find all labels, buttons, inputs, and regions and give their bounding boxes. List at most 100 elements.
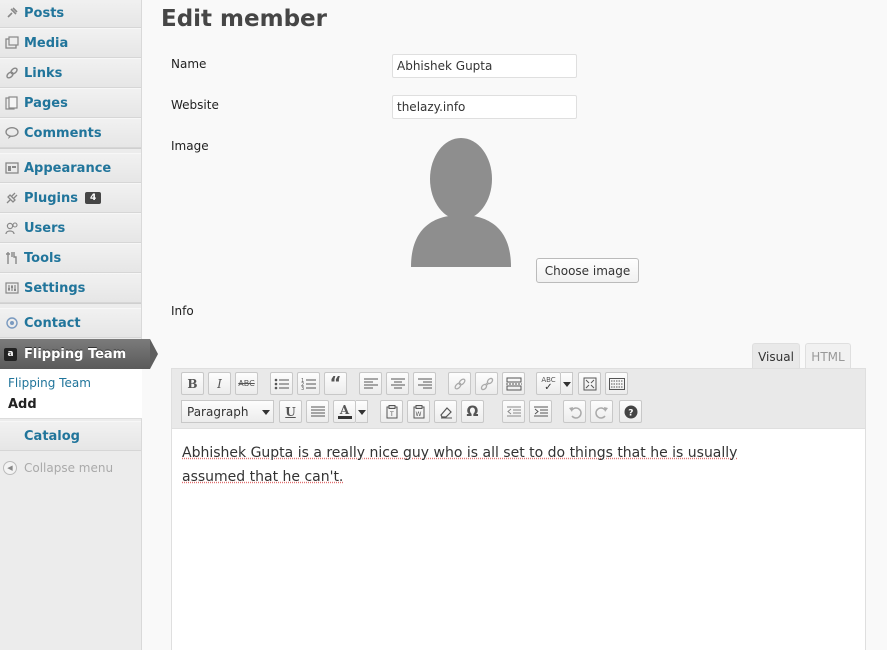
spellcheck-button[interactable]: ABC ✓	[536, 372, 561, 395]
update-count-badge: 4	[85, 192, 101, 204]
sidebar-item-links[interactable]: Links	[0, 58, 141, 88]
collapse-menu-label: Collapse menu	[24, 461, 113, 475]
default-avatar-icon	[392, 135, 532, 275]
links-icon	[4, 65, 20, 81]
eraser-icon	[439, 405, 453, 419]
indent-button[interactable]	[529, 400, 552, 423]
help-button[interactable]: ?	[619, 400, 642, 423]
insert-more-button[interactable]	[502, 372, 525, 395]
align-right-button[interactable]	[413, 372, 436, 395]
align-left-button[interactable]	[359, 372, 382, 395]
contact-icon	[4, 315, 20, 331]
image-label: Image	[171, 139, 209, 153]
sidebar-item-label: Posts	[24, 6, 64, 21]
admin-sidebar: Posts Media Links Pages Comments Appeara…	[0, 0, 142, 650]
redo-icon	[595, 405, 609, 419]
blockquote-button[interactable]: “	[324, 372, 347, 395]
users-icon	[4, 220, 20, 236]
link-icon	[453, 377, 467, 391]
comments-icon	[4, 125, 20, 141]
info-label: Info	[171, 304, 194, 318]
collapse-menu-button[interactable]: ◀ Collapse menu	[0, 458, 141, 478]
text-color-icon: A	[340, 404, 349, 416]
sidebar-item-appearance[interactable]: Appearance	[0, 153, 141, 183]
editor-toolbar: B I ABC 123 “ ABC ✓ Paragraph U A T W Ω …	[172, 369, 865, 429]
svg-text:W: W	[415, 411, 421, 418]
sidebar-item-posts[interactable]: Posts	[0, 0, 141, 28]
svg-text:T: T	[389, 411, 394, 418]
sidebar-item-label: Media	[24, 36, 68, 51]
settings-icon	[4, 280, 20, 296]
sidebar-item-plugins[interactable]: Plugins 4	[0, 183, 141, 213]
tab-html[interactable]: HTML	[805, 343, 851, 369]
numbered-list-icon: 123	[301, 377, 317, 391]
justify-icon	[311, 406, 325, 418]
sidebar-item-comments[interactable]: Comments	[0, 118, 141, 148]
sidebar-item-label: Plugins	[24, 191, 78, 206]
collapse-arrow-icon: ◀	[3, 461, 17, 475]
sidebar-item-media[interactable]: Media	[0, 28, 141, 58]
submenu-item-add[interactable]: Add	[8, 397, 37, 412]
website-input[interactable]	[392, 95, 577, 119]
align-center-button[interactable]	[386, 372, 409, 395]
page-title: Edit member	[161, 6, 327, 32]
align-left-icon	[364, 378, 378, 390]
underline-button[interactable]: U	[279, 400, 302, 423]
clear-formatting-button[interactable]	[434, 400, 457, 423]
fullscreen-button[interactable]	[578, 372, 601, 395]
outdent-icon	[507, 406, 521, 418]
sidebar-item-label: Contact	[24, 316, 81, 331]
svg-text:?: ?	[628, 408, 633, 418]
sidebar-item-label: Settings	[24, 281, 85, 296]
chevron-down-icon	[262, 410, 270, 415]
svg-text:3: 3	[301, 386, 304, 391]
outdent-button[interactable]	[502, 400, 525, 423]
text-color-button[interactable]: A	[333, 400, 356, 423]
editor-content[interactable]: Abhishek Gupta is a really nice guy who …	[182, 441, 782, 489]
tab-visual[interactable]: Visual	[752, 343, 800, 369]
unlink-button[interactable]	[475, 372, 498, 395]
bullet-list-button[interactable]	[270, 372, 293, 395]
paste-word-button[interactable]: W	[407, 400, 430, 423]
undo-button[interactable]	[563, 400, 586, 423]
choose-image-button[interactable]: Choose image	[536, 258, 639, 283]
check-icon: ✓	[544, 384, 552, 391]
insert-link-button[interactable]	[448, 372, 471, 395]
justify-button[interactable]	[306, 400, 329, 423]
appearance-icon	[4, 160, 20, 176]
undo-icon	[568, 405, 582, 419]
sidebar-item-tools[interactable]: Tools	[0, 243, 141, 273]
catalog-icon	[4, 428, 20, 444]
toolbar-toggle-button[interactable]	[605, 372, 628, 395]
sidebar-item-label: Users	[24, 221, 65, 236]
unlink-icon	[480, 377, 494, 391]
numbered-list-button[interactable]: 123	[297, 372, 320, 395]
sidebar-item-contact[interactable]: Contact	[0, 308, 141, 338]
bold-button[interactable]: B	[181, 372, 204, 395]
sidebar-item-catalog[interactable]: Catalog	[0, 421, 141, 451]
sidebar-item-flipping-team[interactable]: a Flipping Team	[0, 339, 150, 369]
text-color-dropdown[interactable]	[356, 400, 368, 423]
format-select-value: Paragraph	[187, 405, 248, 419]
website-label: Website	[171, 98, 219, 112]
pages-icon	[4, 95, 20, 111]
submenu-item-flipping-team[interactable]: Flipping Team	[8, 376, 91, 390]
editor-text: Abhishek Gupta is a really nice guy who …	[182, 445, 737, 485]
sidebar-item-label: Flipping Team	[24, 347, 126, 362]
italic-button[interactable]: I	[208, 372, 231, 395]
text-color-swatch	[338, 416, 352, 419]
sidebar-item-settings[interactable]: Settings	[0, 273, 141, 303]
sidebar-item-label: Links	[24, 66, 62, 81]
submenu: Flipping Team Add	[0, 369, 142, 419]
name-input[interactable]	[392, 54, 577, 78]
format-select[interactable]: Paragraph	[181, 400, 274, 423]
align-right-icon	[418, 378, 432, 390]
special-character-button[interactable]: Ω	[461, 400, 484, 423]
sidebar-item-users[interactable]: Users	[0, 213, 141, 243]
paste-text-button[interactable]: T	[380, 400, 403, 423]
strikethrough-button[interactable]: ABC	[235, 372, 258, 395]
spellcheck-dropdown[interactable]	[561, 372, 573, 395]
sidebar-item-label: Appearance	[24, 161, 111, 176]
redo-button[interactable]	[590, 400, 613, 423]
sidebar-item-pages[interactable]: Pages	[0, 88, 141, 118]
